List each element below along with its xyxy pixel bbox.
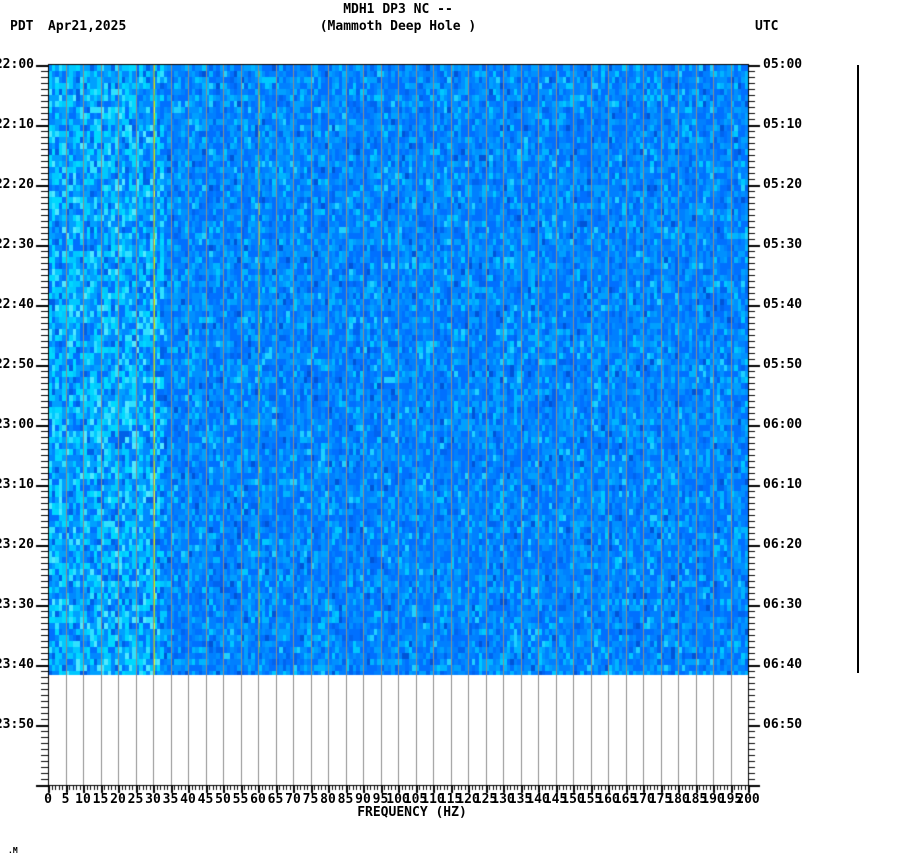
frequency-tick-label: 80 xyxy=(320,792,336,807)
frequency-tick-label: 200 xyxy=(736,792,760,807)
frequency-tick-label: 70 xyxy=(285,792,301,807)
right-time-tick-label: 06:50 xyxy=(763,717,803,732)
left-time-tick-label: 23:20 xyxy=(0,537,34,552)
amplitude-scale-bar xyxy=(857,65,859,673)
right-time-tick-label: 06:20 xyxy=(763,537,803,552)
left-time-tick-label: 22:10 xyxy=(0,117,34,132)
left-time-tick-label: 22:20 xyxy=(0,177,34,192)
left-time-tick-label: 23:00 xyxy=(0,417,34,432)
frequency-tick-label: 25 xyxy=(127,792,144,807)
left-time-tick-label: 22:30 xyxy=(0,237,34,252)
frequency-tick-label: 55 xyxy=(232,792,249,807)
right-time-tick-label: 05:40 xyxy=(763,297,803,312)
frequency-tick-label: 5 xyxy=(61,792,70,807)
frequency-tick-label: 85 xyxy=(337,792,354,807)
right-time-tick-label: 06:30 xyxy=(763,597,803,612)
left-time-tick-label: 23:10 xyxy=(0,477,34,492)
right-time-tick-label: 05:30 xyxy=(763,237,803,252)
frequency-tick-label: 0 xyxy=(44,792,52,807)
frequency-tick-label: 75 xyxy=(302,792,319,807)
frequency-tick-label: 10 xyxy=(75,792,91,807)
left-time-tick-label: 23:30 xyxy=(0,597,34,612)
frequency-tick-label: 65 xyxy=(267,792,284,807)
right-time-tick-label: 06:40 xyxy=(763,657,803,672)
frequency-tick-label: 15 xyxy=(92,792,109,807)
watermark-text: .M xyxy=(8,846,18,855)
right-time-tick-label: 05:50 xyxy=(763,357,803,372)
frequency-tick-label: 50 xyxy=(215,792,231,807)
right-time-tick-label: 05:00 xyxy=(763,57,803,72)
left-time-tick-label: 23:50 xyxy=(0,717,34,732)
x-axis-title: FREQUENCY (HZ) xyxy=(357,805,467,820)
spectrogram-page: PDT Apr21,2025 MDH1 DP3 NC -- (Mammoth D… xyxy=(0,0,902,864)
frequency-tick-label: 45 xyxy=(197,792,214,807)
right-time-tick-label: 06:10 xyxy=(763,477,803,492)
right-time-tick-label: 05:10 xyxy=(763,117,803,132)
right-time-tick-label: 05:20 xyxy=(763,177,803,192)
frequency-tick-label: 35 xyxy=(162,792,179,807)
frequency-tick-label: 30 xyxy=(145,792,161,807)
left-time-tick-label: 23:40 xyxy=(0,657,34,672)
frequency-tick-label: 60 xyxy=(250,792,266,807)
left-time-tick-label: 22:00 xyxy=(0,57,34,72)
frequency-tick-label: 40 xyxy=(180,792,196,807)
right-time-tick-label: 06:00 xyxy=(763,417,803,432)
left-time-tick-label: 22:50 xyxy=(0,357,34,372)
frequency-tick-label: 20 xyxy=(110,792,126,807)
left-time-tick-label: 22:40 xyxy=(0,297,34,312)
